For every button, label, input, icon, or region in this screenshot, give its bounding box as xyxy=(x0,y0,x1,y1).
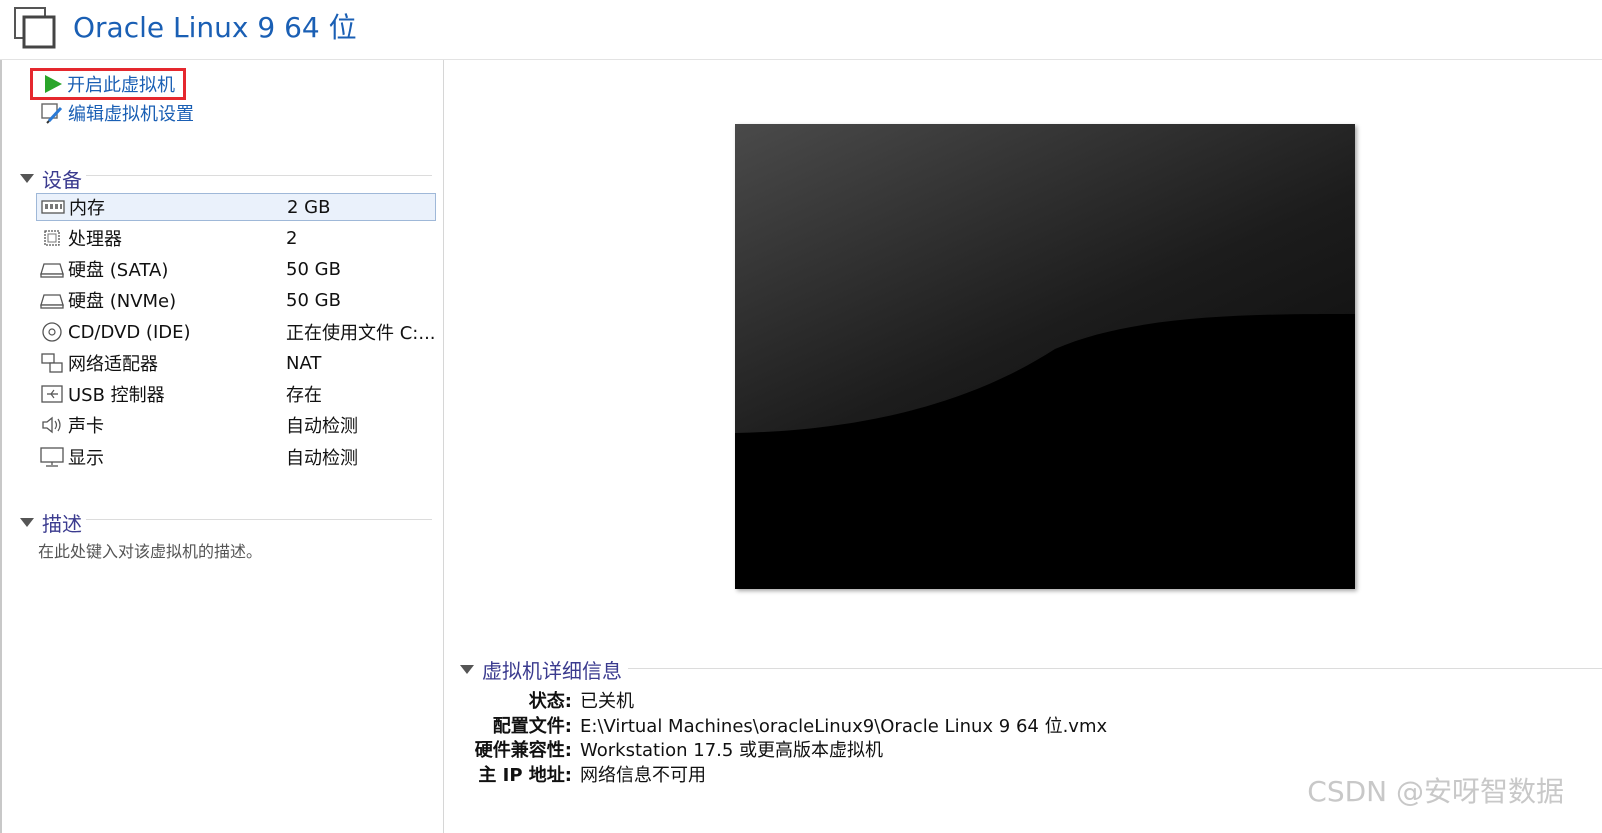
device-value: 50 GB xyxy=(286,258,341,280)
memory-icon xyxy=(41,200,65,214)
device-name: 声卡 xyxy=(68,416,104,437)
device-name: 网络适配器 xyxy=(68,354,158,375)
vm-title: Oracle Linux 9 64 位 xyxy=(73,11,357,44)
detail-value: 已关机 xyxy=(580,691,634,712)
device-row-hard-disk-sata[interactable]: 硬盘 (SATA) 50 GB xyxy=(36,255,436,283)
hard-disk-icon xyxy=(40,294,64,309)
device-row-hard-disk-nvme[interactable]: 硬盘 (NVMe) 50 GB xyxy=(36,286,436,314)
device-name: 内存 xyxy=(69,198,105,219)
device-name: 显示 xyxy=(68,448,104,469)
description-section-toggle[interactable]: 描述 xyxy=(20,508,82,537)
device-value: 存在 xyxy=(286,385,322,406)
device-name: 硬盘 (SATA) xyxy=(68,260,169,281)
device-row-sound-card[interactable]: 声卡 自动检测 xyxy=(36,411,436,439)
device-value: 2 GB xyxy=(287,196,331,218)
details-section-label: 虚拟机详细信息 xyxy=(482,659,622,683)
collapse-triangle-icon xyxy=(460,664,474,674)
vm-header: Oracle Linux 9 64 位 xyxy=(0,0,1602,60)
device-row-processor[interactable]: 处理器 2 xyxy=(36,224,436,252)
edit-vm-settings-button[interactable]: 编辑虚拟机设置 xyxy=(40,100,194,126)
usb-icon xyxy=(41,385,63,403)
network-adapter-icon xyxy=(41,353,63,373)
device-name: USB 控制器 xyxy=(68,385,165,406)
detail-value: E:\Virtual Machines\oracleLinux9\Oracle … xyxy=(580,716,1108,737)
device-row-usb-controller[interactable]: USB 控制器 存在 xyxy=(36,380,436,408)
device-row-cd-dvd[interactable]: CD/DVD (IDE) 正在使用文件 C:... xyxy=(36,318,436,346)
device-value: 自动检测 xyxy=(286,416,358,437)
monitor-icon xyxy=(40,447,64,467)
device-name: 处理器 xyxy=(68,229,122,250)
device-row-display[interactable]: 显示 自动检测 xyxy=(36,443,436,471)
power-on-vm-button[interactable]: 开启此虚拟机 xyxy=(30,68,186,100)
device-value: NAT xyxy=(286,352,322,374)
edit-settings-label: 编辑虚拟机设置 xyxy=(68,104,194,125)
device-value: 自动检测 xyxy=(286,448,358,469)
device-value: 50 GB xyxy=(286,289,341,311)
speaker-icon xyxy=(42,416,61,434)
cd-dvd-icon xyxy=(42,322,62,342)
watermark-text: CSDN @安呀智数据 xyxy=(1307,775,1564,808)
detail-value: 网络信息不可用 xyxy=(580,765,706,786)
device-row-network-adapter[interactable]: 网络适配器 NAT xyxy=(36,349,436,377)
detail-key: 配置文件: xyxy=(492,716,572,737)
devices-section-toggle[interactable]: 设备 xyxy=(20,164,82,193)
device-name: CD/DVD (IDE) xyxy=(68,321,191,343)
detail-key: 状态: xyxy=(528,691,572,712)
play-icon xyxy=(45,75,62,93)
description-section-label: 描述 xyxy=(42,512,82,536)
device-name: 硬盘 (NVMe) xyxy=(68,291,177,312)
collapse-triangle-icon xyxy=(20,517,34,527)
detail-key: 硬件兼容性: xyxy=(474,740,572,761)
processor-icon xyxy=(44,230,60,246)
collapse-triangle-icon xyxy=(20,173,34,183)
edit-settings-icon xyxy=(41,103,63,124)
section-divider xyxy=(628,668,1602,669)
detail-key: 主 IP 地址: xyxy=(478,765,572,786)
power-on-label: 开启此虚拟机 xyxy=(67,75,175,96)
devices-section-label: 设备 xyxy=(42,168,82,192)
device-value: 2 xyxy=(286,227,298,249)
vm-window-icon xyxy=(14,7,56,49)
details-section-toggle[interactable]: 虚拟机详细信息 xyxy=(460,655,622,684)
device-value: 正在使用文件 C:... xyxy=(286,323,436,344)
description-text[interactable]: 在此处键入对该虚拟机的描述。 xyxy=(38,538,262,562)
hard-disk-icon xyxy=(40,263,64,278)
device-row-memory[interactable]: 内存 2 GB xyxy=(36,193,436,221)
vm-summary-pane: 开启此虚拟机 编辑虚拟机设置 设备 内存 2 GB 处理器 2 硬盘 (SATA… xyxy=(0,60,444,833)
section-divider xyxy=(86,519,432,520)
section-divider xyxy=(86,175,432,176)
detail-value: Workstation 17.5 或更高版本虚拟机 xyxy=(580,740,884,761)
vm-screen-preview[interactable] xyxy=(735,124,1355,589)
